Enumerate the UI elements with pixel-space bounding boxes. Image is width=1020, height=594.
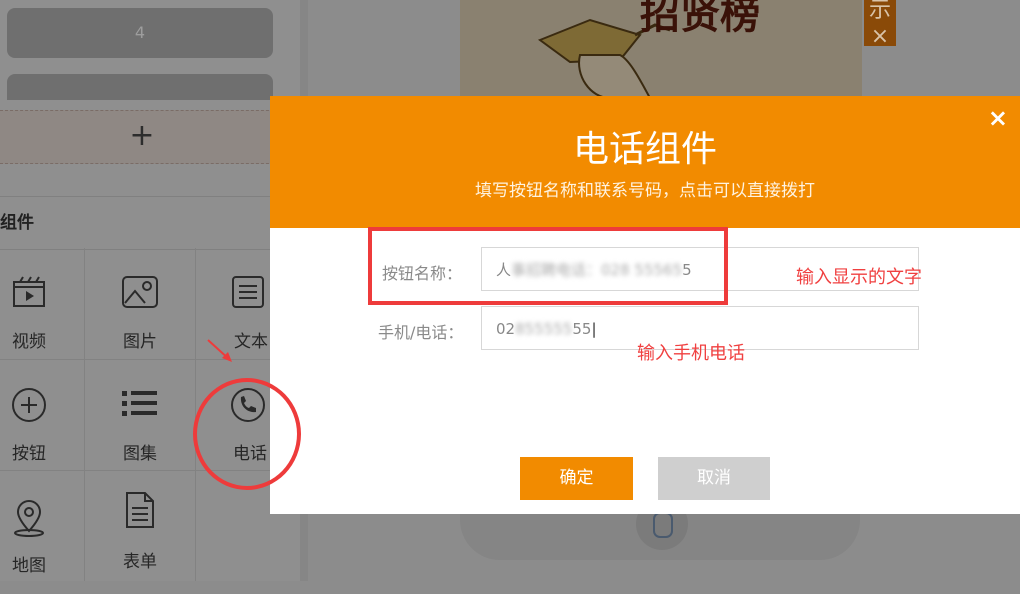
dialog-header: 电话组件 填写按钮名称和联系号码，点击可以直接拨打 × [270,96,1020,228]
map-pin-icon [0,498,84,538]
component-map[interactable]: 地图 [0,484,84,594]
dialog-subtitle: 填写按钮名称和联系号码，点击可以直接拨打 [475,181,815,201]
dialog-title: 电话组件 [572,129,717,170]
cancel-button[interactable]: 取消 [658,457,770,500]
phone-component-dialog: 电话组件 填写按钮名称和联系号码，点击可以直接拨打 × 按钮名称： 人事招聘电话… [270,96,1020,514]
form-icon [85,490,195,530]
close-icon[interactable]: × [864,24,896,49]
component-label: 图集 [123,444,157,464]
component-video[interactable]: 视频 [0,260,84,370]
component-label: 表单 [123,552,157,572]
annotation-name-hint: 输入显示的文字 [796,267,922,288]
component-image[interactable]: 图片 [85,260,195,370]
component-gallery[interactable]: 图集 [85,372,195,482]
component-sidebar: 4 + 组件 视频 图片 文本 按钮 图集 电话 地图 表单 [0,0,306,581]
component-label: 地图 [12,556,46,576]
component-form[interactable]: 表单 [85,484,195,594]
annotation-phone-hint: 输入手机电话 [637,343,745,364]
page-item[interactable] [7,74,273,100]
text-cursor: | [591,320,597,338]
component-label: 按钮 [12,444,46,464]
input-value: 55 [572,320,592,338]
confirm-button[interactable]: 确定 [520,457,633,500]
component-button[interactable]: 按钮 [0,372,84,482]
phone-label: 手机/电话： [378,323,464,342]
annotation-highlight-box [368,227,728,305]
image-icon [85,274,195,314]
close-icon[interactable]: × [988,104,1008,132]
section-title: 组件 [0,196,306,250]
video-icon [0,274,84,314]
list-icon [85,386,195,426]
input-value: 02 [496,320,516,338]
poster-title: 招贤榜 [640,0,760,38]
component-label: 图片 [123,332,157,352]
component-label: 视频 [12,332,46,352]
page-item[interactable]: 4 [7,8,273,58]
poster-side-tab[interactable]: 示 × [864,0,896,49]
annotation-highlight-circle [193,378,301,490]
annotation-arrow-icon [207,339,232,362]
plus-circle-icon [0,386,84,426]
add-page-button[interactable]: + [0,110,284,164]
poster-side-text: 示 [868,0,891,23]
input-value-redacted: 855555 [515,320,573,338]
